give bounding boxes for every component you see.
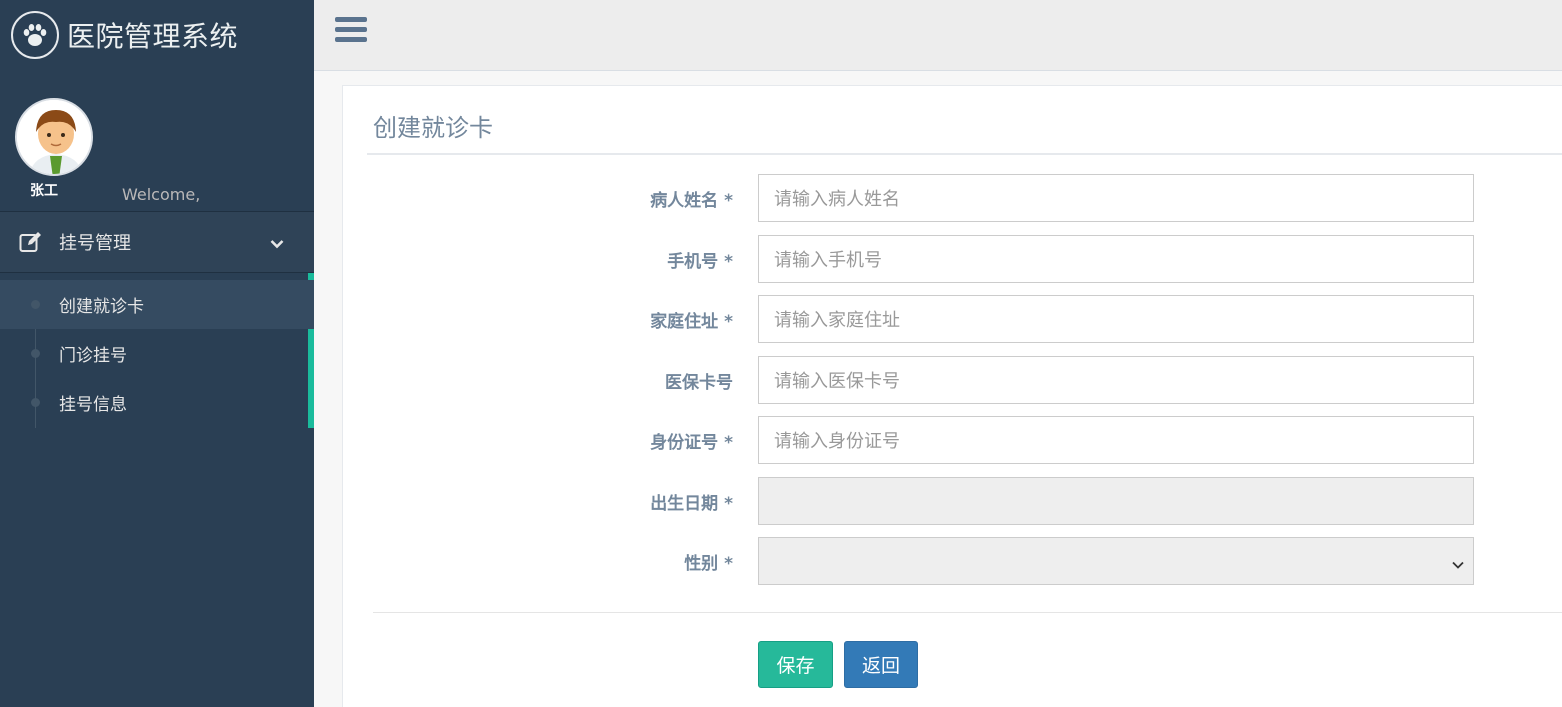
field-label: 手机号 * [667, 252, 733, 272]
field-label: 家庭住址 * [650, 312, 733, 332]
paw-icon [11, 11, 59, 59]
sidebar-section-registration[interactable]: 挂号管理 [0, 211, 314, 273]
page-title: 创建就诊卡 [373, 114, 493, 142]
phone-input[interactable]: 请输入手机号 [758, 235, 1474, 283]
sidebar-item-outpatient[interactable]: 门诊挂号 [0, 329, 314, 378]
menu-toggle-icon[interactable] [335, 17, 367, 47]
sidebar-submenu: 创建就诊卡 门诊挂号 挂号信息 [0, 273, 314, 428]
sidebar-section-label: 挂号管理 [59, 233, 131, 254]
welcome-text: Welcome, [122, 185, 201, 204]
sidebar-item-create-card[interactable]: 创建就诊卡 [0, 280, 314, 329]
brand[interactable]: 医院管理系统 [0, 0, 314, 70]
form-row: 家庭住址 * 请输入家庭住址 [343, 295, 1562, 343]
form-row: 医保卡号 请输入医保卡号 [343, 356, 1562, 404]
form-row: 病人姓名 * 请输入病人姓名 [343, 174, 1562, 222]
title-divider [367, 153, 1562, 155]
sidebar-item-label: 创建就诊卡 [59, 297, 144, 317]
avatar-name: 张工 [30, 183, 58, 199]
sidebar-item-registration-info[interactable]: 挂号信息 [0, 378, 314, 427]
top-nav [314, 0, 1562, 71]
id-number-input[interactable]: 请输入身份证号 [758, 416, 1474, 464]
insurance-card-input[interactable]: 请输入医保卡号 [758, 356, 1474, 404]
avatar[interactable] [15, 98, 93, 176]
field-label: 出生日期 * [650, 494, 733, 514]
gender-select[interactable] [758, 537, 1474, 585]
form-row: 出生日期 * [343, 477, 1562, 525]
birth-date-input[interactable] [758, 477, 1474, 525]
sidebar-item-label: 挂号信息 [59, 395, 127, 415]
patient-name-input[interactable]: 请输入病人姓名 [758, 174, 1474, 222]
sidebar-item-label: 门诊挂号 [59, 346, 127, 366]
save-button[interactable]: 保存 [758, 641, 833, 688]
address-input[interactable]: 请输入家庭住址 [758, 295, 1474, 343]
field-label: 性别 * [684, 554, 733, 574]
field-label: 身份证号 * [650, 433, 733, 453]
bullet-icon [31, 349, 40, 358]
field-label: 医保卡号 [665, 373, 733, 393]
app-title: 医院管理系统 [67, 20, 239, 53]
sidebar: 医院管理系统 Welcome, test001 张工 [0, 0, 314, 707]
field-label: 病人姓名 * [650, 191, 733, 211]
edit-icon [18, 229, 44, 255]
bullet-icon [31, 300, 40, 309]
form-row: 身份证号 * 请输入身份证号 [343, 416, 1562, 464]
chevron-down-icon [1451, 554, 1465, 575]
sidebar-menu: 挂号管理 创建就诊卡 门诊挂号 挂号信息 [0, 211, 314, 428]
form-divider [373, 612, 1562, 613]
form-row: 手机号 * 请输入手机号 [343, 235, 1562, 283]
form-row: 性别 * [343, 537, 1562, 585]
back-button[interactable]: 返回 [844, 641, 918, 688]
form-panel: 创建就诊卡 病人姓名 * 请输入病人姓名 手机号 * 请输入手机号 家庭住址 *… [342, 85, 1562, 707]
bullet-icon [31, 398, 40, 407]
chevron-down-icon[interactable] [270, 234, 284, 253]
